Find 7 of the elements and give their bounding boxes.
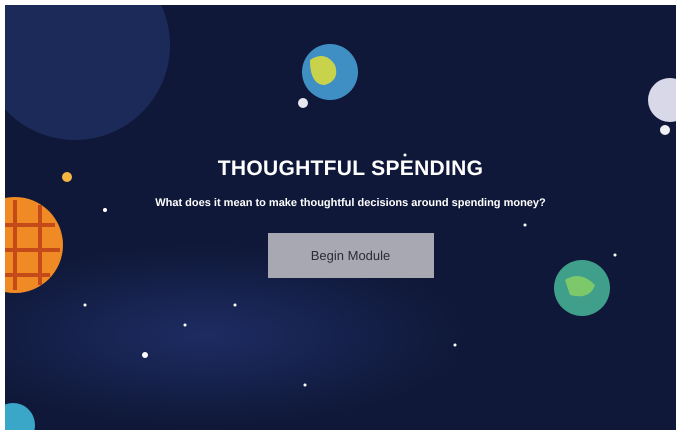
small-planet-drawing (554, 260, 610, 316)
hero-subtitle: What does it mean to make thoughtful decisions around spending money? (155, 197, 546, 209)
begin-module-button[interactable]: Begin Module (268, 233, 434, 278)
hero-title: THOUGHTFUL SPENDING (218, 157, 484, 181)
corner-planet-drawing (5, 403, 35, 430)
earth-drawing (298, 44, 358, 108)
moon-drawing (648, 78, 676, 135)
